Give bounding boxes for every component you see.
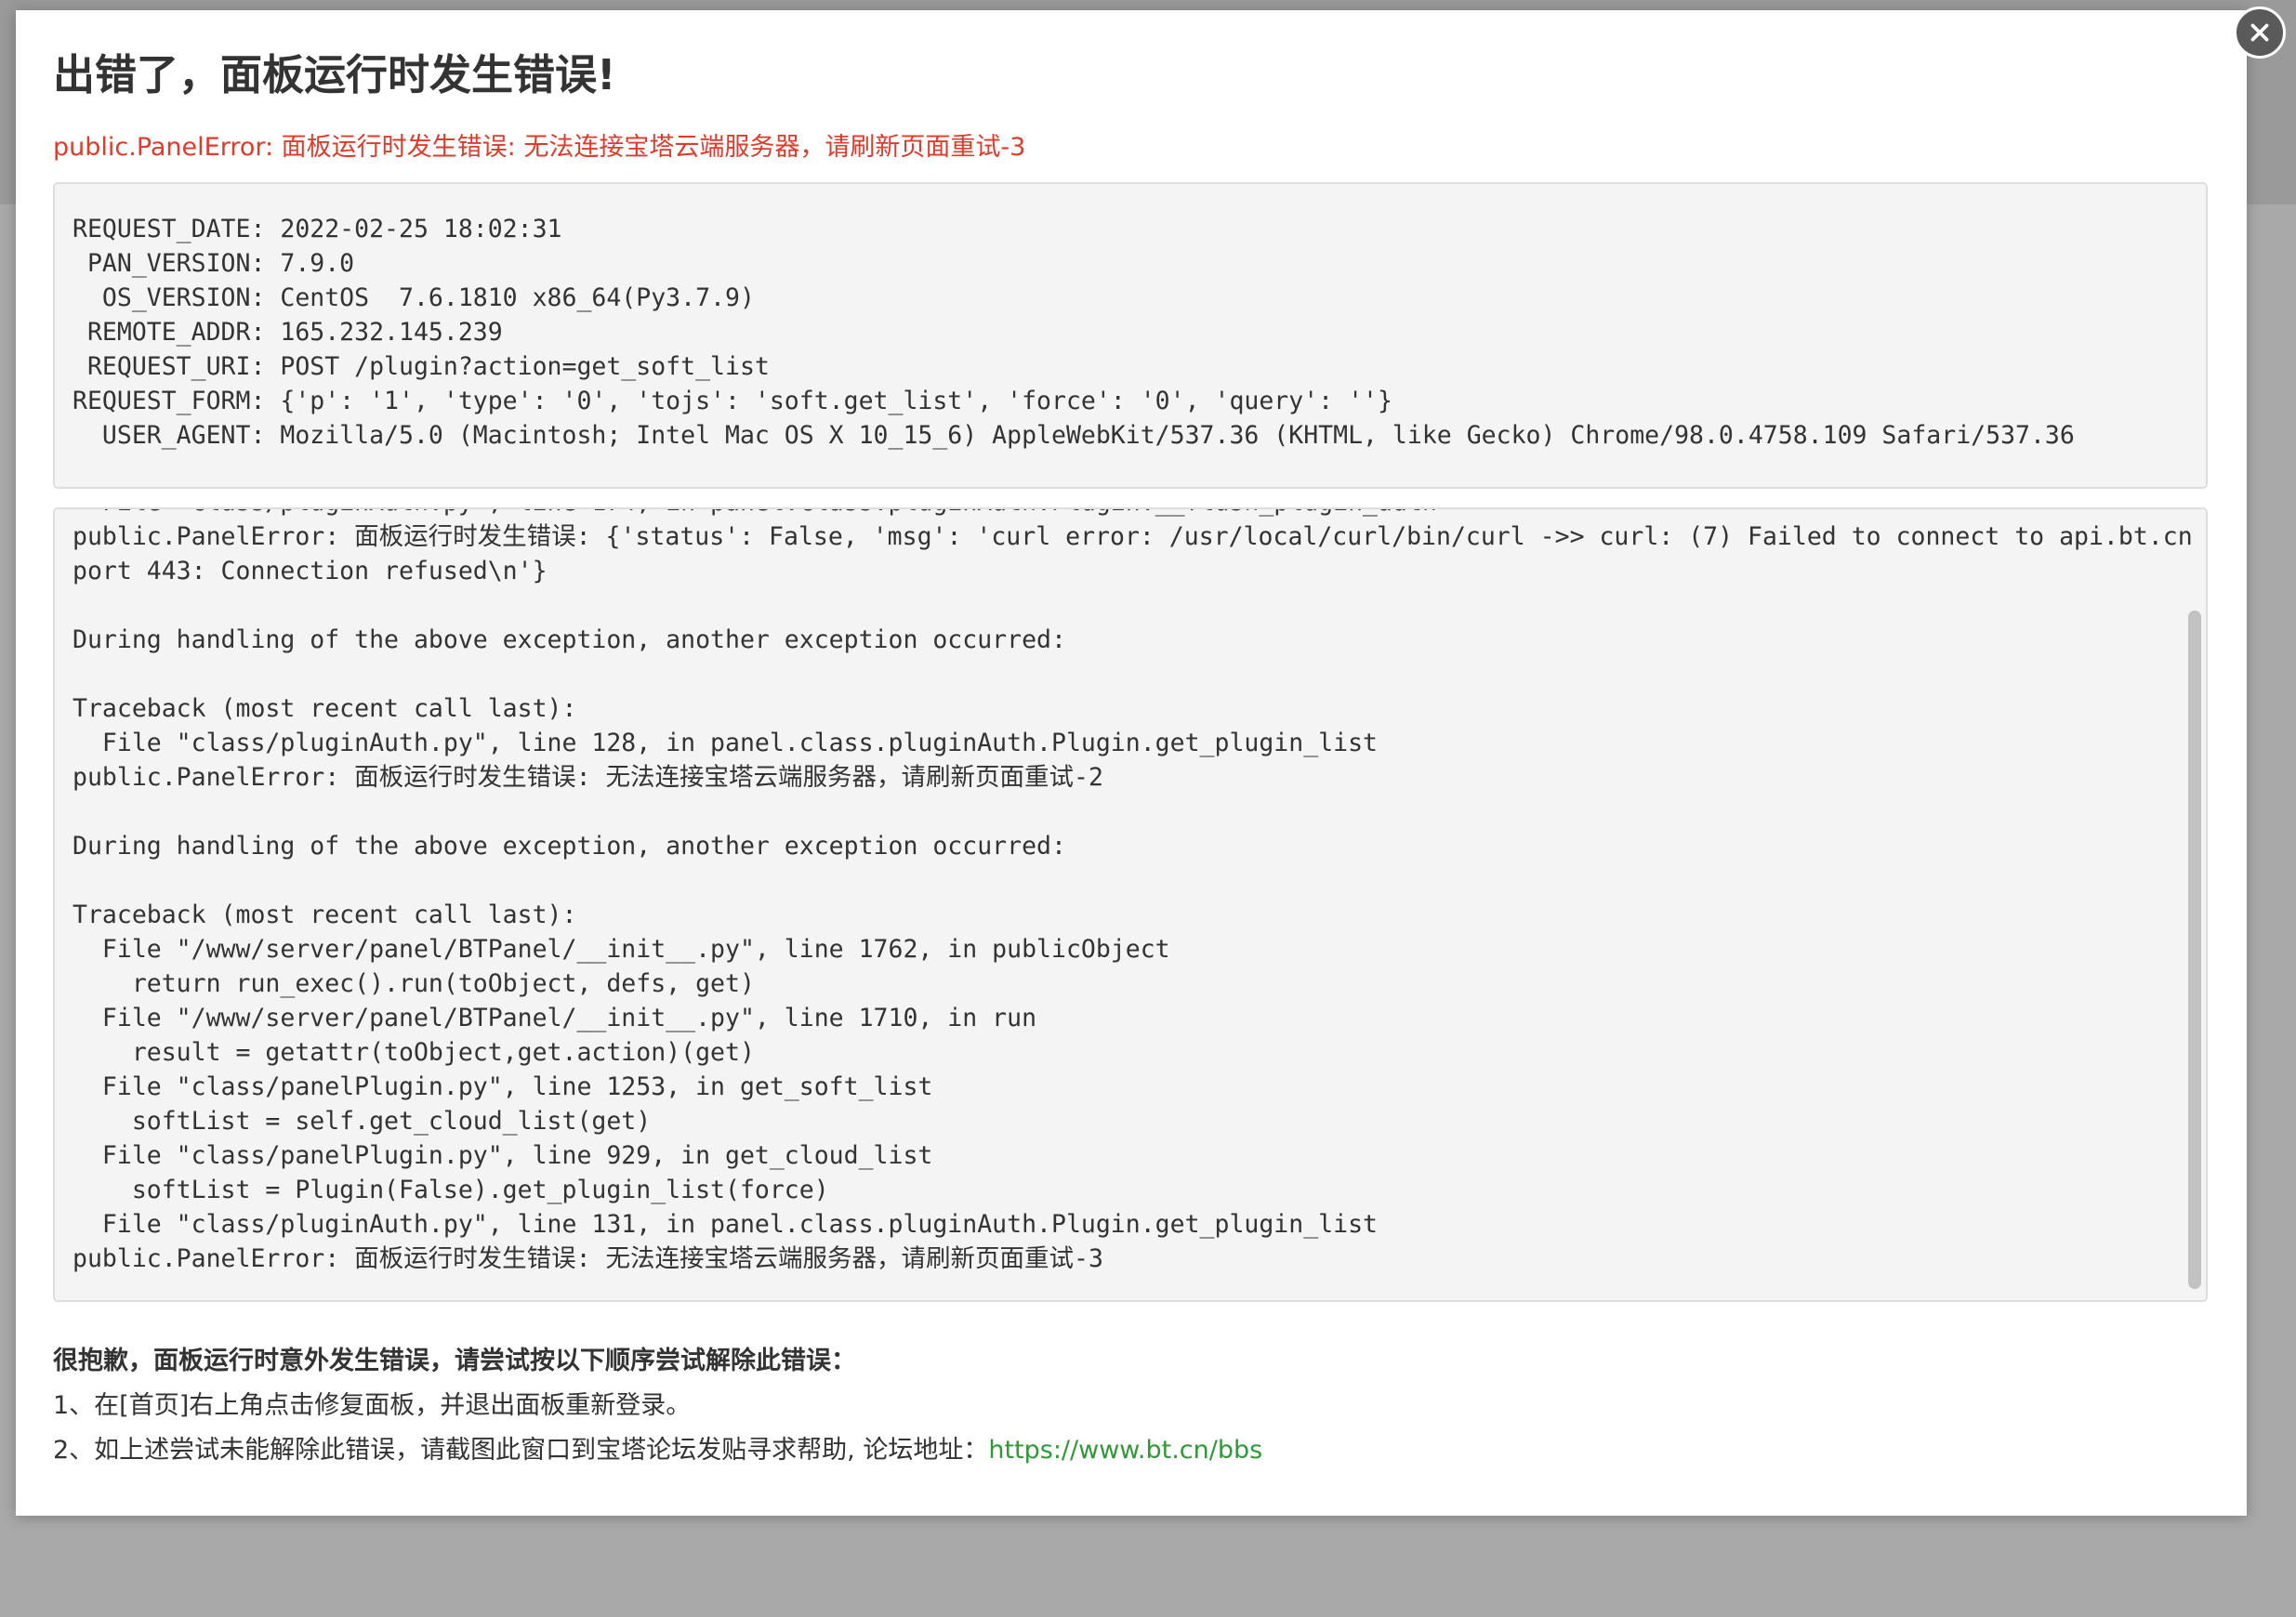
help-step-2: 2、如上述尝试未能解除此错误，请截图此窗口到宝塔论坛发贴寻求帮助, 论坛地址：h… [53, 1428, 1262, 1473]
traceback-line: Traceback (most recent call last): [73, 694, 577, 723]
traceback-line: File "class/panelPlugin.py", line 929, i… [73, 1141, 933, 1170]
traceback-panel[interactable]: File "class/pluginAuth.py", line 174, in… [53, 507, 2208, 1302]
traceback-line: public.PanelError: 面板运行时发生错误: {'status':… [73, 522, 2193, 551]
request-info-text[interactable]: REQUEST_DATE: 2022-02-25 18:02:31 PAN_VE… [55, 184, 2206, 453]
close-icon [2250, 23, 2269, 42]
request-info-line: USER_AGENT: Mozilla/5.0 (Macintosh; Inte… [73, 421, 2075, 450]
traceback-line: port 443: Connection refused\n'} [73, 557, 548, 585]
help-step-2-text: 2、如上述尝试未能解除此错误，请截图此窗口到宝塔论坛发贴寻求帮助, 论坛地址： [53, 1436, 989, 1465]
traceback-line: Traceback (most recent call last): [73, 901, 577, 929]
close-button[interactable] [2234, 7, 2286, 59]
request-info-line: REQUEST_DATE: 2022-02-25 18:02:31 [73, 215, 562, 243]
traceback-line: File "class/pluginAuth.py", line 131, in… [73, 1210, 1378, 1239]
error-dialog: 出错了，面板运行时发生错误! public.PanelError: 面板运行时发… [16, 7, 2286, 1516]
traceback-line: result = getattr(toObject,get.action)(ge… [73, 1038, 755, 1067]
dialog-title: 出错了，面板运行时发生错误! [53, 50, 616, 99]
traceback-text[interactable]: File "class/pluginAuth.py", line 174, in… [73, 509, 2193, 1276]
traceback-line: softList = self.get_cloud_list(get) [73, 1107, 652, 1136]
traceback-line: public.PanelError: 面板运行时发生错误: 无法连接宝塔云端服务… [73, 763, 1103, 792]
help-step-1: 1、在[首页]右上角点击修复面板，并退出面板重新登录。 [53, 1391, 692, 1420]
error-message: public.PanelError: 面板运行时发生错误: 无法连接宝塔云端服务… [53, 133, 1026, 162]
request-info-line: OS_VERSION: CentOS 7.6.1810 x86_64(Py3.7… [73, 283, 755, 312]
traceback-line: File "class/pluginAuth.py", line 174, in… [73, 509, 1437, 517]
request-info-line: REMOTE_ADDR: 165.232.145.239 [73, 318, 503, 347]
traceback-line: public.PanelError: 面板运行时发生错误: 无法连接宝塔云端服务… [73, 1244, 1103, 1273]
traceback-line: File "class/panelPlugin.py", line 1253, … [73, 1072, 933, 1101]
request-info-line: REQUEST_FORM: {'p': '1', 'type': '0', 't… [73, 387, 1392, 415]
traceback-line: File "class/pluginAuth.py", line 128, in… [73, 729, 1378, 757]
traceback-line: return run_exec().run(toObject, defs, ge… [73, 969, 755, 998]
traceback-scroll-area[interactable]: File "class/pluginAuth.py", line 174, in… [55, 509, 2206, 1300]
traceback-line: During handling of the above exception, … [73, 832, 1066, 861]
traceback-scrollbar[interactable] [2187, 513, 2202, 1296]
traceback-line: File "/www/server/panel/BTPanel/__init__… [73, 1004, 1037, 1032]
help-heading: 很抱歉，面板运行时意外发生错误，请尝试按以下顺序尝试解除此错误： [53, 1347, 856, 1375]
traceback-line: softList = Plugin(False).get_plugin_list… [73, 1176, 829, 1204]
traceback-line: During handling of the above exception, … [73, 625, 1066, 654]
forum-link[interactable]: https://www.bt.cn/bbs [988, 1436, 1262, 1465]
help-section: 很抱歉，面板运行时意外发生错误，请尝试按以下顺序尝试解除此错误： 1、在[首页]… [53, 1339, 1262, 1473]
traceback-scrollbar-thumb[interactable] [2188, 611, 2201, 1289]
request-info-line: REQUEST_URI: POST /plugin?action=get_sof… [73, 352, 770, 381]
request-info-line: PAN_VERSION: 7.9.0 [73, 249, 355, 278]
traceback-line: File "/www/server/panel/BTPanel/__init__… [73, 935, 1170, 964]
request-info-panel: REQUEST_DATE: 2022-02-25 18:02:31 PAN_VE… [53, 182, 2208, 489]
